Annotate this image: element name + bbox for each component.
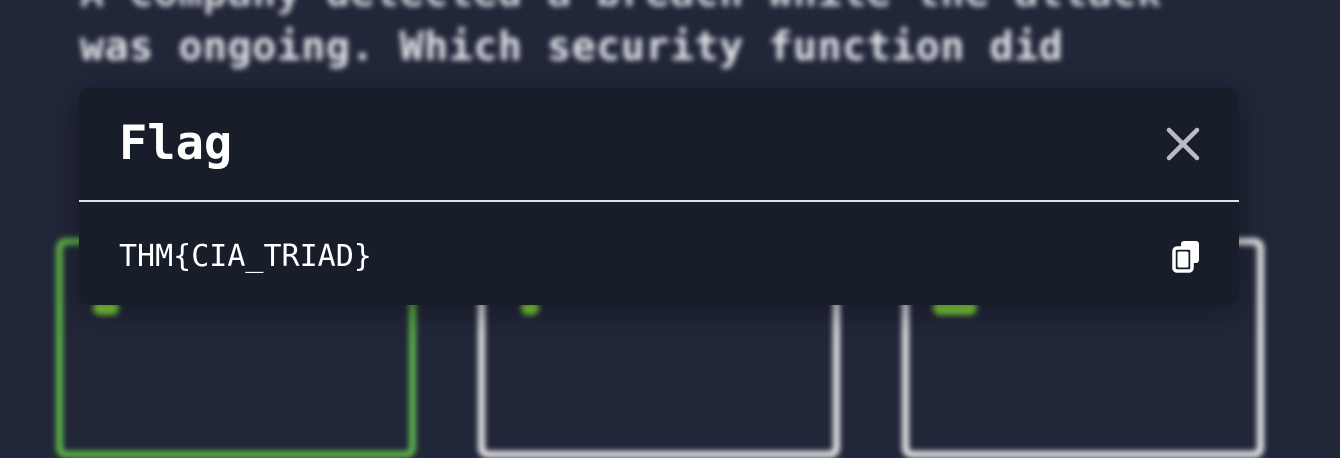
copy-icon	[1172, 241, 1199, 273]
flag-modal: Flag THM{CIA_TRIAD}	[79, 88, 1239, 305]
close-button[interactable]	[1165, 126, 1201, 162]
flag-row: THM{CIA_TRIAD}	[79, 202, 1239, 305]
question-text-line-2: was ongoing. Which security function did	[80, 24, 1064, 70]
flag-value[interactable]: THM{CIA_TRIAD}	[119, 238, 372, 276]
modal-title: Flag	[119, 116, 233, 171]
question-text-line-1: A company detected a breach while the at…	[80, 0, 1162, 16]
copy-button[interactable]	[1171, 240, 1201, 274]
close-icon	[1166, 127, 1200, 161]
modal-header: Flag	[79, 88, 1239, 200]
